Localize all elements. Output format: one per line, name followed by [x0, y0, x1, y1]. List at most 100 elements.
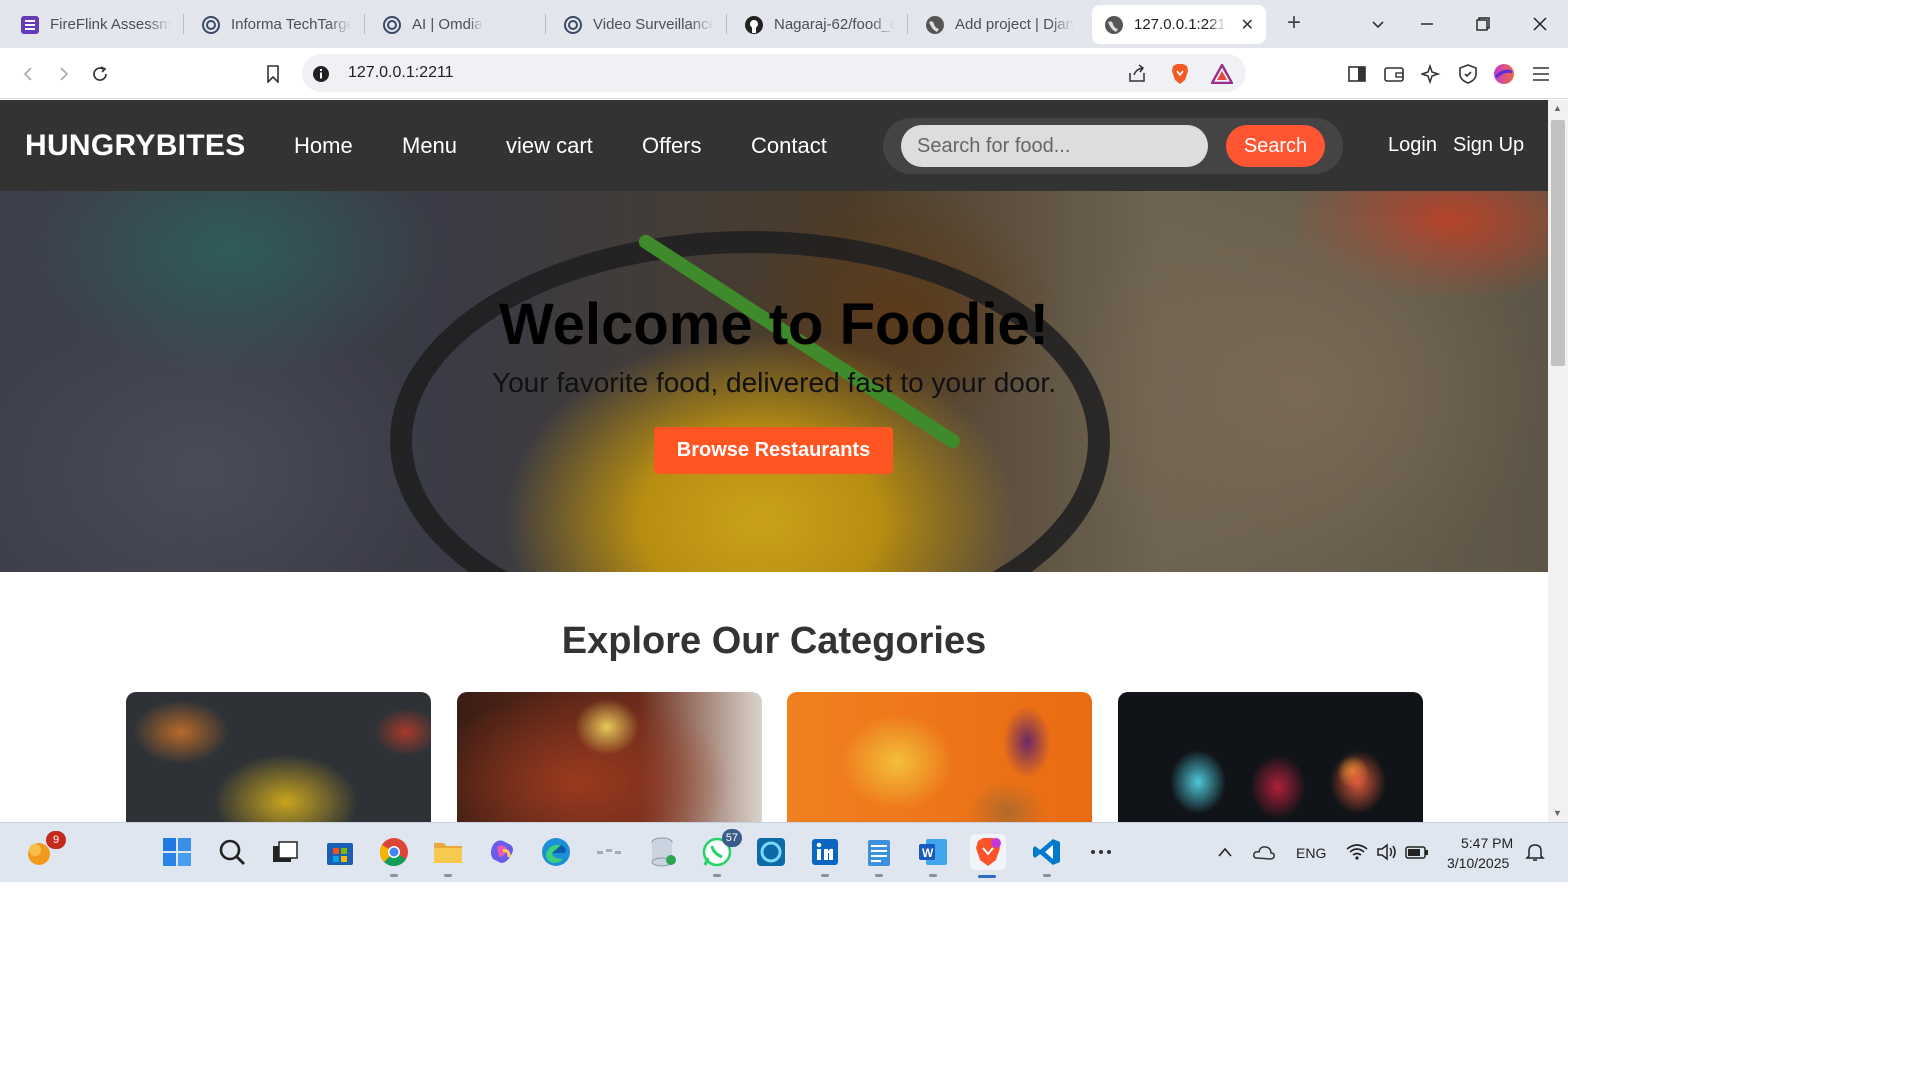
- windows-taskbar: 9 57 W ENG 5:47 PM 3/10/2025: [0, 822, 1568, 882]
- browser-tab[interactable]: AI | Omdia: [370, 5, 545, 44]
- bookmark-icon[interactable]: [259, 60, 287, 88]
- nav-link-view-cart[interactable]: view cart: [506, 133, 593, 159]
- brave-shields-icon[interactable]: [1169, 63, 1191, 85]
- search-icon[interactable]: [215, 835, 249, 869]
- signup-link[interactable]: Sign Up: [1453, 134, 1524, 157]
- close-window-button[interactable]: [1524, 8, 1556, 40]
- task-view-icon[interactable]: [268, 835, 302, 869]
- whatsapp-badge: 57: [721, 829, 742, 847]
- browser-toolbar: 127.0.0.1:2211: [0, 48, 1568, 99]
- weather-widget-icon[interactable]: 9: [22, 831, 66, 869]
- whatsapp-icon[interactable]: 57: [700, 829, 742, 877]
- github-icon: [744, 15, 764, 35]
- cortana-icon[interactable]: [754, 835, 788, 869]
- web-page: HUNGRYBITES Home Menu view cart Offers C…: [0, 100, 1548, 822]
- globe-icon: [1104, 15, 1124, 35]
- minimize-button[interactable]: [1411, 8, 1443, 40]
- back-button[interactable]: [14, 60, 42, 88]
- browse-restaurants-button[interactable]: Browse Restaurants: [654, 427, 893, 474]
- chevron-up-icon[interactable]: [1208, 835, 1242, 869]
- nav-link-contact[interactable]: Contact: [751, 133, 827, 159]
- more-apps-icon[interactable]: [1084, 835, 1118, 869]
- login-link[interactable]: Login: [1388, 134, 1437, 157]
- spinner-icon: [382, 15, 402, 35]
- category-card-fast-food[interactable]: [787, 692, 1092, 822]
- tab-title: Video Surveillance: [593, 16, 714, 33]
- info-icon[interactable]: [310, 63, 332, 85]
- nav-link-offers[interactable]: Offers: [642, 133, 702, 159]
- address-bar[interactable]: 127.0.0.1:2211: [302, 54, 1246, 92]
- page-scrollbar[interactable]: ▲ ▼: [1548, 100, 1568, 822]
- clock-date[interactable]: 3/10/2025: [1447, 855, 1509, 871]
- browser-tab[interactable]: Nagaraj-62/food_c: [732, 5, 907, 44]
- hero-banner: Welcome to Foodie! Your favorite food, d…: [0, 191, 1548, 572]
- new-tab-button[interactable]: +: [1280, 10, 1308, 38]
- search-button[interactable]: Search: [1226, 125, 1325, 167]
- file-explorer-icon[interactable]: [431, 835, 465, 877]
- browser-tab-active[interactable]: 127.0.0.1:2211 ✕: [1092, 5, 1266, 44]
- edge-icon[interactable]: [539, 835, 573, 869]
- categories-title: Explore Our Categories: [561, 620, 987, 662]
- category-card-biryani[interactable]: [126, 692, 431, 822]
- word-icon[interactable]: W: [916, 835, 950, 877]
- hero-title: Welcome to Foodie!: [499, 292, 1049, 357]
- chevron-down-icon[interactable]: [1362, 8, 1394, 40]
- brave-browser-icon[interactable]: [970, 834, 1006, 878]
- vpn-shield-icon[interactable]: [1454, 60, 1482, 88]
- volume-icon[interactable]: [1370, 835, 1404, 869]
- tab-title: AI | Omdia: [412, 16, 483, 33]
- tab-title: FireFlink Assessme: [50, 16, 171, 33]
- browser-tab[interactable]: Add project | Djan: [913, 5, 1088, 44]
- tab-title: 127.0.0.1:2211: [1134, 16, 1226, 33]
- form-icon: [20, 15, 40, 35]
- site-logo[interactable]: HUNGRYBITES: [25, 129, 246, 163]
- restore-button[interactable]: [1467, 8, 1499, 40]
- linkedin-icon[interactable]: [808, 835, 842, 877]
- browser-tab[interactable]: FireFlink Assessme: [8, 5, 183, 44]
- forward-button[interactable]: [50, 60, 78, 88]
- spinner-icon: [201, 15, 221, 35]
- profile-avatar[interactable]: [1490, 60, 1518, 88]
- chrome-icon[interactable]: [377, 835, 411, 877]
- hero-subtitle: Your favorite food, delivered fast to yo…: [492, 367, 1056, 398]
- reload-button[interactable]: [86, 60, 114, 88]
- tab-title: Nagaraj-62/food_c: [774, 16, 895, 33]
- globe-icon: [925, 15, 945, 35]
- share-icon[interactable]: [1126, 63, 1148, 85]
- hero-background-image: [390, 231, 1110, 572]
- dots-app-icon[interactable]: [592, 835, 626, 869]
- language-indicator[interactable]: ENG: [1296, 845, 1326, 861]
- database-icon[interactable]: [646, 835, 680, 869]
- browser-tab-strip: FireFlink Assessme Informa TechTarge AI …: [0, 0, 1568, 48]
- category-card-drinks[interactable]: [1118, 692, 1423, 822]
- clock-time[interactable]: 5:47 PM: [1461, 835, 1513, 851]
- browser-tab[interactable]: Video Surveillance: [551, 5, 726, 44]
- spinner-icon: [563, 15, 583, 35]
- nav-link-menu[interactable]: Menu: [402, 133, 457, 159]
- windows-start-icon[interactable]: [160, 835, 194, 869]
- tab-title: Add project | Djan: [955, 16, 1074, 33]
- brave-rewards-icon[interactable]: [1211, 63, 1233, 85]
- sidebar-icon[interactable]: [1343, 60, 1371, 88]
- notification-bell-icon[interactable]: [1518, 835, 1552, 869]
- copilot-icon[interactable]: [485, 835, 519, 869]
- close-icon[interactable]: ✕: [1233, 15, 1254, 35]
- wifi-icon[interactable]: [1340, 835, 1374, 869]
- scroll-down-icon[interactable]: ▼: [1553, 808, 1562, 818]
- wallet-icon[interactable]: [1380, 60, 1408, 88]
- vscode-icon[interactable]: [1030, 835, 1064, 877]
- scroll-up-icon[interactable]: ▲: [1553, 103, 1562, 113]
- microsoft-store-icon[interactable]: [323, 835, 357, 869]
- browser-tab[interactable]: Informa TechTarge: [189, 5, 364, 44]
- notepad-icon[interactable]: [862, 835, 896, 877]
- search-form: Search: [883, 118, 1343, 174]
- menu-icon[interactable]: [1527, 60, 1555, 88]
- nav-link-home[interactable]: Home: [294, 133, 353, 159]
- battery-icon[interactable]: [1400, 835, 1434, 869]
- search-input[interactable]: [901, 125, 1208, 167]
- onedrive-icon[interactable]: [1247, 835, 1281, 869]
- scrollbar-thumb[interactable]: [1551, 120, 1565, 366]
- category-card-grilled-meat[interactable]: [457, 692, 762, 822]
- svg-text:W: W: [922, 846, 934, 860]
- leo-ai-icon[interactable]: [1417, 60, 1445, 88]
